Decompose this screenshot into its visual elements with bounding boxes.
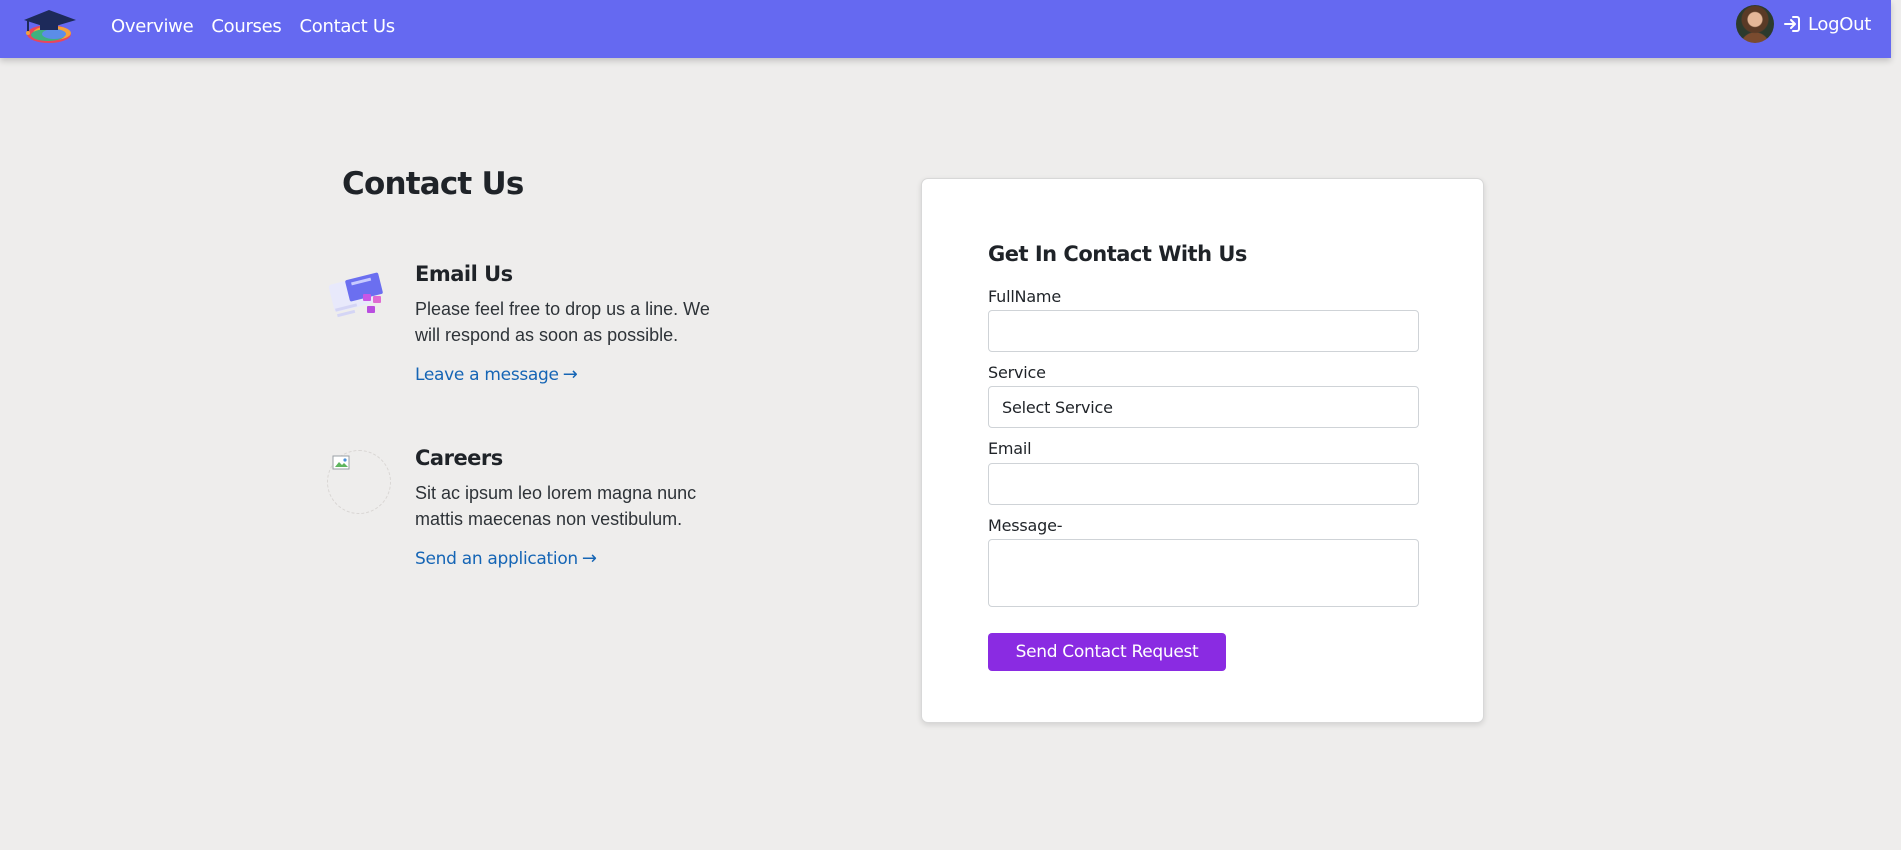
send-application-label: Send an application [415,548,578,569]
service-select[interactable]: Select Service [988,386,1419,428]
arrow-right-icon: → [562,364,578,385]
fullname-input[interactable] [988,310,1419,352]
sign-in-arrow-icon [1784,16,1801,32]
user-area: LogOut [1736,0,1871,48]
service-label: Service [988,363,1046,382]
email-us-body: Email Us Please feel free to drop us a l… [415,262,725,385]
nav-link-contact-us[interactable]: Contact Us [299,16,395,37]
send-contact-request-button[interactable]: Send Contact Request [988,633,1226,671]
email-input[interactable] [988,463,1419,505]
main-nav: Overviwe Courses Contact Us [111,0,395,52]
top-navbar: Overviwe Courses Contact Us LogOut [0,0,1891,58]
careers-title: Careers [415,446,503,470]
nav-link-overview[interactable]: Overviwe [111,16,194,37]
service-selected-value: Select Service [1002,397,1113,417]
contact-form-card: Get In Contact With Us FullName Service … [921,178,1484,723]
fullname-label: FullName [988,287,1061,306]
user-avatar[interactable] [1736,5,1775,43]
email-us-text: Please feel free to drop us a line. We w… [415,299,710,345]
nav-link-courses[interactable]: Courses [211,16,281,37]
graduation-cap-logo-icon[interactable] [18,6,80,46]
careers-image-placeholder-icon [327,450,391,514]
email-label: Email [988,439,1032,458]
email-illustration-icon [327,266,391,330]
page-title: Contact Us [342,166,524,202]
leave-message-label: Leave a message [415,364,559,385]
logout-label: LogOut [1808,13,1871,35]
careers-text: Sit ac ipsum leo lorem magna nunc mattis… [415,483,697,529]
leave-message-link[interactable]: Leave a message → [415,364,578,385]
careers-body: Careers Sit ac ipsum leo lorem magna nun… [415,446,725,569]
logout-button[interactable]: LogOut [1782,14,1871,35]
message-textarea[interactable] [988,539,1419,607]
arrow-right-icon: → [581,548,597,569]
form-title: Get In Contact With Us [988,242,1247,266]
email-us-title: Email Us [415,262,513,286]
send-application-link[interactable]: Send an application → [415,548,597,569]
message-label: Message- [988,516,1063,535]
